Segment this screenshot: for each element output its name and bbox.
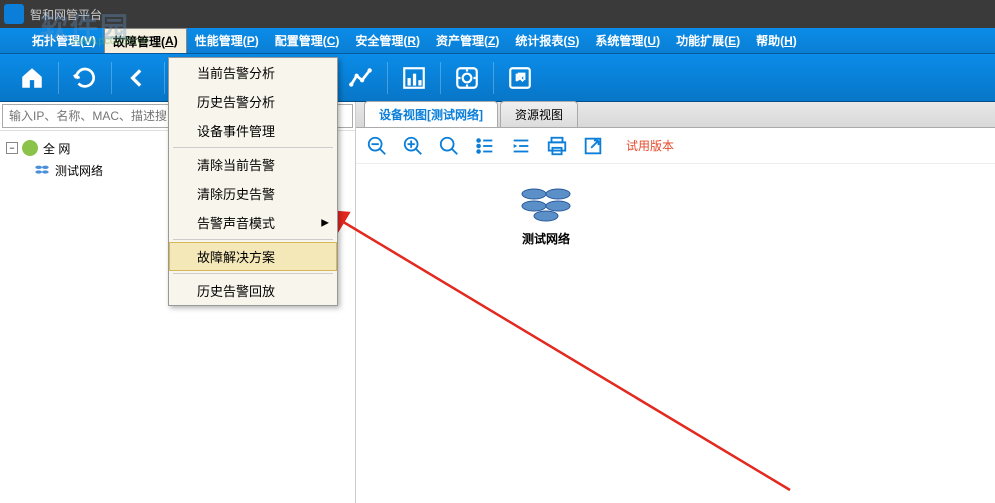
bar-chart-button[interactable]: [390, 58, 438, 98]
view-toolbar: 试用版本: [356, 128, 995, 164]
zoom-fit-button[interactable]: [438, 135, 460, 157]
network-node[interactable]: 测试网络: [516, 184, 576, 247]
dd-history-alarm-playback[interactable]: 历史告警回放: [169, 276, 337, 305]
trial-label: 试用版本: [626, 137, 674, 154]
menubar: 拓扑管理(V) 故障管理(A) 性能管理(P) 配置管理(C) 安全管理(R) …: [0, 28, 995, 54]
dd-device-event-mgmt[interactable]: 设备事件管理: [169, 116, 337, 145]
menu-fault[interactable]: 故障管理(A): [104, 28, 187, 53]
dd-current-alarm-analysis[interactable]: 当前告警分析: [169, 58, 337, 87]
menu-performance[interactable]: 性能管理(P): [187, 28, 267, 53]
dd-fault-solution[interactable]: 故障解决方案: [169, 242, 337, 271]
dd-separator: [173, 147, 333, 148]
toolbar-separator: [111, 62, 112, 94]
canvas[interactable]: 测试网络: [356, 164, 995, 503]
menu-system[interactable]: 系统管理(U): [587, 28, 668, 53]
dd-clear-current-alarm[interactable]: 清除当前告警: [169, 150, 337, 179]
workspace: − 全 网 测试网络 设备视图[测试网络] 资源视图 试: [0, 102, 995, 503]
globe-icon: [22, 140, 38, 156]
menu-extension[interactable]: 功能扩展(E): [668, 28, 748, 53]
dd-clear-history-alarm[interactable]: 清除历史告警: [169, 179, 337, 208]
tree-root-label: 全 网: [43, 140, 70, 157]
menu-topology[interactable]: 拓扑管理(V): [24, 28, 104, 53]
refresh-button[interactable]: [61, 58, 109, 98]
network-node-icon: [516, 184, 576, 224]
menu-config[interactable]: 配置管理(C): [267, 28, 348, 53]
back-button[interactable]: [114, 58, 162, 98]
tree-child-label: 测试网络: [55, 162, 103, 179]
home-button[interactable]: [8, 58, 56, 98]
menu-report[interactable]: 统计报表(S): [507, 28, 587, 53]
titlebar: 智和网管平台: [0, 0, 995, 28]
toolbar-separator: [164, 62, 165, 94]
submenu-arrow-icon: ▶: [321, 217, 329, 228]
export-button[interactable]: [582, 135, 604, 157]
network-icon: [34, 164, 50, 176]
indent-button[interactable]: [510, 135, 532, 157]
toolbar-separator: [493, 62, 494, 94]
print-button[interactable]: [546, 135, 568, 157]
tab-device-view[interactable]: 设备视图[测试网络]: [364, 101, 498, 127]
zoom-in-button[interactable]: [402, 135, 424, 157]
tabs-row: 设备视图[测试网络] 资源视图: [356, 102, 995, 128]
expand-button[interactable]: [496, 58, 544, 98]
chart-button[interactable]: [337, 58, 385, 98]
collapse-icon[interactable]: −: [6, 142, 18, 154]
dd-separator: [173, 239, 333, 240]
dd-history-alarm-analysis[interactable]: 历史告警分析: [169, 87, 337, 116]
fault-dropdown: 当前告警分析 历史告警分析 设备事件管理 清除当前告警 清除历史告警 告警声音模…: [168, 57, 338, 306]
tab-resource-view[interactable]: 资源视图: [500, 101, 578, 127]
right-panel: 设备视图[测试网络] 资源视图 试用版本 测试网络: [356, 102, 995, 503]
app-icon: [4, 4, 24, 24]
toolbar-separator: [440, 62, 441, 94]
settings-button[interactable]: [443, 58, 491, 98]
dd-separator: [173, 273, 333, 274]
list-button[interactable]: [474, 135, 496, 157]
zoom-out-button[interactable]: [366, 135, 388, 157]
dd-alarm-sound-mode[interactable]: 告警声音模式▶: [169, 208, 337, 237]
menu-security[interactable]: 安全管理(R): [347, 28, 428, 53]
network-node-label: 测试网络: [516, 230, 576, 247]
toolbar-separator: [58, 62, 59, 94]
app-title: 智和网管平台: [30, 6, 102, 23]
menu-asset[interactable]: 资产管理(Z): [428, 28, 507, 53]
toolbar: [0, 54, 995, 102]
menu-help[interactable]: 帮助(H): [748, 28, 805, 53]
toolbar-separator: [387, 62, 388, 94]
